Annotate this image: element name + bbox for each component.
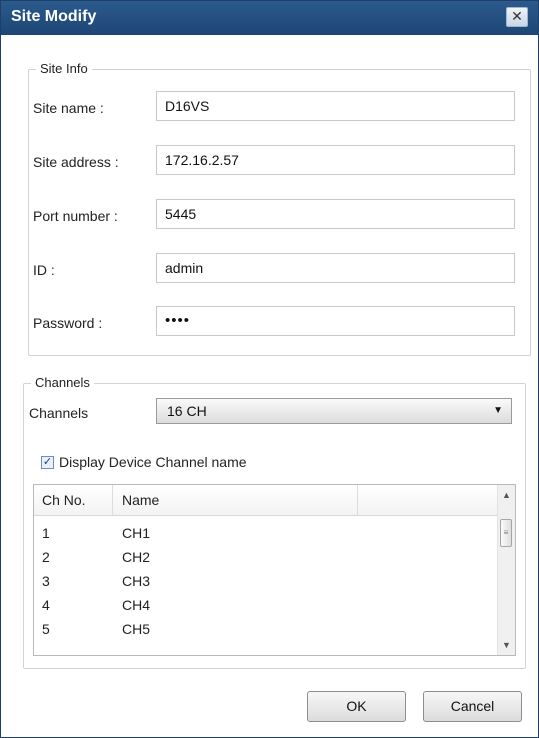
channel-name: CH3	[122, 573, 151, 589]
id-label: ID :	[33, 262, 55, 278]
cancel-button[interactable]: Cancel	[423, 691, 522, 722]
channel-number: 3	[42, 573, 50, 589]
window-title: Site Modify	[11, 8, 97, 25]
channel-number: 1	[42, 525, 50, 541]
channel-list-scrollbar[interactable]: ▲ ≡ ▼	[497, 485, 515, 655]
channels-legend: Channels	[31, 375, 94, 390]
column-divider	[357, 485, 358, 515]
channel-name: CH4	[122, 597, 151, 613]
port-number-label: Port number :	[33, 208, 118, 224]
display-channel-name-checkbox[interactable]: ✓	[41, 456, 54, 469]
site-address-input[interactable]: 172.16.2.57	[156, 145, 515, 175]
table-row[interactable]: 4 CH4	[34, 593, 498, 617]
column-header-ch-no[interactable]: Ch No.	[42, 485, 86, 515]
password-label: Password :	[33, 315, 103, 331]
table-row[interactable]: 2 CH2	[34, 545, 498, 569]
password-input[interactable]: ••••	[156, 306, 515, 336]
column-header-name[interactable]: Name	[122, 485, 159, 515]
channels-select-label: Channels	[29, 405, 89, 421]
channel-number: 2	[42, 549, 50, 565]
site-name-input[interactable]: D16VS	[156, 91, 515, 121]
channels-select-value: 16 CH	[167, 403, 207, 419]
scroll-down-icon[interactable]: ▼	[498, 637, 515, 653]
column-divider	[112, 485, 113, 515]
site-modify-dialog: Site Modify ✕ Site Info Site name : D16V…	[0, 0, 539, 738]
site-info-legend: Site Info	[36, 61, 92, 76]
id-input[interactable]: admin	[156, 253, 515, 283]
table-row[interactable]: 5 CH5	[34, 617, 498, 641]
site-name-label: Site name :	[33, 100, 104, 116]
channel-name: CH1	[122, 525, 151, 541]
close-icon[interactable]: ✕	[506, 7, 528, 27]
table-row[interactable]: 1 CH1	[34, 521, 498, 545]
channels-select[interactable]: 16 CH ▼	[156, 398, 512, 424]
port-number-input[interactable]: 5445	[156, 199, 515, 229]
channel-name: CH2	[122, 549, 151, 565]
channel-list[interactable]: Ch No. Name 1 CH1 2 CH2 3 CH3 4 CH4 5 CH…	[33, 484, 516, 656]
title-bar: Site Modify ✕	[1, 1, 538, 35]
channel-number: 5	[42, 621, 50, 637]
channel-name: CH5	[122, 621, 151, 637]
ok-button[interactable]: OK	[307, 691, 406, 722]
channel-number: 4	[42, 597, 50, 613]
scroll-up-icon[interactable]: ▲	[498, 487, 515, 503]
display-channel-name-label: Display Device Channel name	[59, 454, 247, 470]
chevron-down-icon: ▼	[493, 405, 503, 416]
site-address-label: Site address :	[33, 154, 119, 170]
table-row[interactable]: 3 CH3	[34, 569, 498, 593]
channel-list-header: Ch No. Name	[34, 485, 498, 516]
scroll-thumb[interactable]: ≡	[500, 519, 512, 547]
